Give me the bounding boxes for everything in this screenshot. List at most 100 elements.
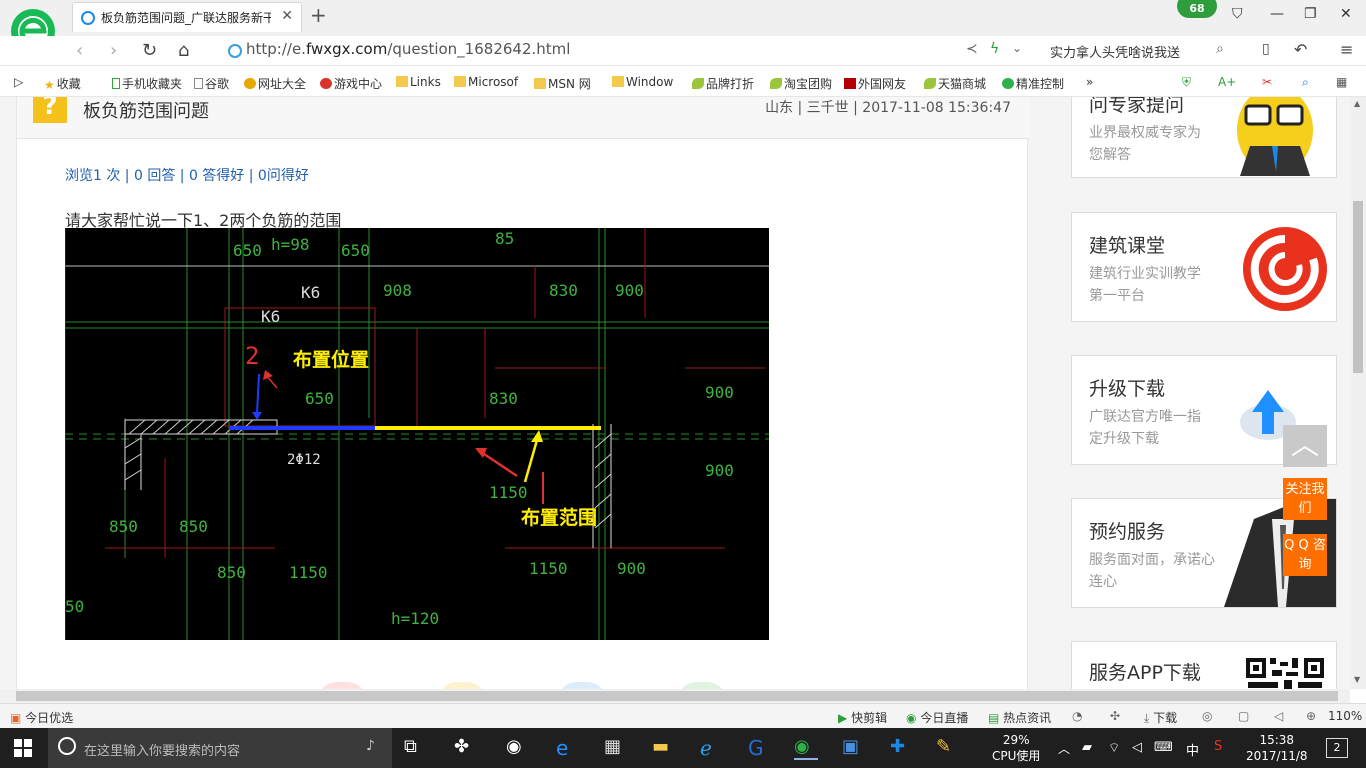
360-browser-taskbar-icon[interactable]: ◉	[794, 736, 818, 760]
bookmark-taobao[interactable]: 淘宝团购	[770, 75, 832, 92]
bookmark-favorites[interactable]: ★ 收藏	[44, 75, 81, 92]
hscroll-thumb[interactable]	[16, 691, 1338, 701]
task-view-icon[interactable]: ⧉	[404, 736, 428, 760]
browser-icon[interactable]: ◎	[1202, 709, 1212, 723]
downloads[interactable]: ⤓ 下载	[1144, 709, 1177, 726]
mic-icon[interactable]: ♪	[366, 738, 375, 754]
folder-icon	[534, 78, 546, 89]
undo-icon[interactable]: ↶	[1294, 40, 1307, 59]
shield-icon[interactable]: ⛨	[1182, 75, 1191, 90]
chevron-down-icon[interactable]: ⌄	[1012, 41, 1022, 55]
tray-app-icon[interactable]: ▰	[1082, 740, 1106, 764]
sidebar-toggle-icon[interactable]: ▷	[14, 75, 23, 89]
new-tab-button[interactable]: +	[310, 3, 327, 27]
bookmarks-bar: ▷ ★ 收藏 手机收藏夹 谷歌 网址大全 游戏中心 Links Microsof …	[0, 67, 1366, 97]
chevron-up-icon[interactable]: ︿	[1058, 740, 1082, 764]
scissors-icon[interactable]: ✂	[1262, 75, 1272, 89]
more-bookmarks-icon[interactable]: »	[1086, 75, 1093, 89]
qr-code-icon	[1244, 656, 1326, 689]
sogou-icon[interactable]: S	[1214, 739, 1238, 763]
follow-us-button[interactable]: 关注我们	[1283, 478, 1327, 520]
today-picks[interactable]: ▣ 今日优选	[10, 709, 73, 726]
ime-indicator[interactable]: 中	[1186, 740, 1210, 764]
zoom-level[interactable]: 110%	[1328, 709, 1362, 723]
horizontal-scrollbar[interactable]	[0, 689, 1350, 703]
magnifier-icon[interactable]: ⌕	[1302, 75, 1309, 90]
notification-center-icon[interactable]: 2	[1326, 738, 1348, 758]
bookmark-links[interactable]: Links	[396, 75, 441, 89]
vertical-scrollbar[interactable]: ▲ ▼	[1350, 97, 1366, 689]
bookmark-microsoft[interactable]: Microsof	[454, 75, 518, 89]
card-building-class[interactable]: 建筑课堂 建筑行业实训教学第一平台	[1071, 212, 1337, 322]
app-g-icon[interactable]: G	[748, 736, 772, 760]
back-to-top-button[interactable]: ︿	[1283, 425, 1327, 467]
forward-icon[interactable]: ›	[110, 40, 117, 61]
bookmark-mobile[interactable]: 手机收藏夹	[112, 75, 182, 92]
ie-icon[interactable]: ℯ	[700, 736, 724, 760]
edge-icon[interactable]: e	[556, 736, 580, 760]
share-icon[interactable]: ≺	[966, 41, 978, 57]
close-window-button[interactable]: ✕	[1340, 6, 1352, 22]
download-icon: ⤓	[1144, 711, 1150, 725]
search-box[interactable]: 实力拿人头凭啥说我送	[1050, 42, 1180, 61]
refresh-icon[interactable]: ↻	[142, 40, 157, 61]
qq-consult-button[interactable]: Q Q 咨询	[1283, 534, 1327, 576]
hot-news[interactable]: ▤ 热点资讯	[988, 709, 1051, 726]
bookmark-brand-sale[interactable]: 品牌打折	[692, 75, 754, 92]
close-tab-icon[interactable]: ✕	[281, 8, 293, 24]
scroll-up-icon[interactable]: ▲	[1354, 99, 1360, 108]
quick-clip[interactable]: ▶ 快剪辑	[838, 709, 887, 726]
app-swirl-icon[interactable]: ◉	[506, 736, 530, 760]
menu-icon[interactable]: ≡	[1340, 40, 1353, 59]
cad-label: 900	[617, 559, 646, 578]
restore-button[interactable]: ❐	[1304, 6, 1317, 22]
bookmark-google[interactable]: 谷歌	[194, 75, 229, 92]
scroll-down-icon[interactable]: ▼	[1354, 675, 1360, 684]
taskbar-search[interactable]: 在这里输入你要搜索的内容 ♪	[48, 728, 392, 768]
lightning-icon[interactable]: ϟ	[990, 41, 999, 57]
wifi-icon[interactable]: ⌔	[1108, 740, 1132, 764]
translate-icon[interactable]: A+	[1218, 75, 1236, 89]
file-explorer-icon[interactable]: ▬	[652, 736, 676, 760]
card-ask-expert[interactable]: 问专家提问 业界最权威专家为您解答	[1071, 97, 1337, 178]
bookmark-games[interactable]: 游戏中心	[320, 75, 382, 92]
volume-icon[interactable]: ◁	[1132, 740, 1156, 764]
system-clock[interactable]: 15:38 2017/11/8	[1246, 732, 1308, 764]
browser-tab[interactable]: 板负筋范围问题_广联达服务新干线 ✕	[72, 2, 302, 32]
cad-label: 1150	[529, 559, 568, 578]
fan-app-icon[interactable]: ✤	[454, 736, 478, 760]
page-icon	[194, 78, 203, 89]
windows-start-icon[interactable]	[14, 739, 32, 757]
bookmark-precise[interactable]: 精准控制	[1002, 75, 1064, 92]
speed-icon[interactable]: ◔	[1072, 709, 1082, 723]
photo-app-icon[interactable]: ▣	[842, 736, 866, 760]
question-stats[interactable]: 浏览1 次 | 0 回答 | 0 答得好 | 0问得好	[65, 165, 309, 185]
notification-badge[interactable]: 68	[1177, 0, 1217, 18]
url-field[interactable]: http://e.fwxgx.com/question_1682642.html	[246, 40, 570, 58]
window-icon[interactable]: ▢	[1238, 709, 1249, 723]
cpu-usage[interactable]: 29% CPU使用	[992, 732, 1040, 764]
back-icon[interactable]: ‹	[76, 40, 83, 61]
card-app-download[interactable]: 服务APP下载	[1071, 641, 1337, 689]
store-icon[interactable]: ▦	[604, 736, 628, 760]
today-live[interactable]: ◉ 今日直播	[906, 709, 968, 726]
grid-icon[interactable]: ▦	[1336, 75, 1347, 89]
notes-app-icon[interactable]: ✎	[936, 736, 960, 760]
bookmark-msn[interactable]: MSN 网	[534, 75, 591, 92]
mobile-icon[interactable]: ▯	[1262, 41, 1270, 57]
zoom-icon[interactable]: ⊕	[1306, 709, 1316, 723]
bookmark-windows[interactable]: Window	[612, 75, 673, 89]
scrollbar-thumb[interactable]	[1353, 201, 1363, 373]
plus-app-icon[interactable]: ✚	[890, 736, 914, 760]
bookmark-nav[interactable]: 网址大全	[244, 75, 306, 92]
shirt-icon[interactable]: ⛉	[1232, 6, 1243, 22]
bookmark-tmall[interactable]: 天猫商城	[924, 75, 986, 92]
home-icon[interactable]: ⌂	[178, 40, 189, 61]
keyboard-icon[interactable]: ⌨	[1154, 740, 1178, 764]
mute-icon[interactable]: ◁	[1274, 709, 1283, 723]
question-title: 板负筋范围问题	[83, 101, 209, 122]
minimize-button[interactable]: —	[1270, 6, 1284, 22]
search-icon[interactable]: ⌕	[1216, 41, 1224, 57]
pin-icon[interactable]: ✣	[1110, 709, 1120, 723]
bookmark-foreign[interactable]: 外国网友	[844, 75, 906, 92]
